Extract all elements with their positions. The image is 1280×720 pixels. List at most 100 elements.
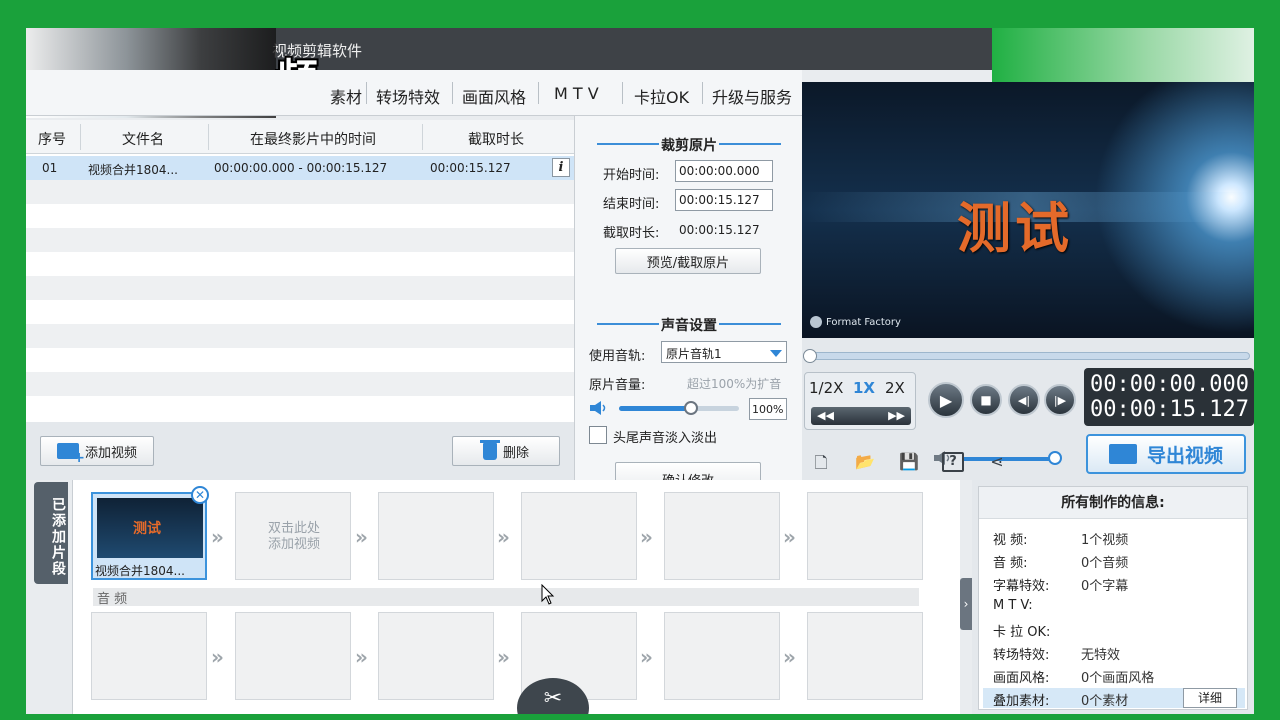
table-row-empty xyxy=(26,276,574,300)
empty-audio-slot[interactable] xyxy=(235,612,351,700)
menu-item-karaoke[interactable]: 卡拉OK xyxy=(634,84,689,108)
added-clips-tab[interactable]: 已添加片段 xyxy=(34,482,68,584)
empty-video-slot[interactable] xyxy=(807,492,923,580)
track-label: 使用音轨: xyxy=(589,349,646,364)
timeline-area: 测试 视频合并1804... ✕ » 双击此处 添加视频 » » » » 音 频 xyxy=(72,480,960,714)
help-icon[interactable]: ? xyxy=(942,452,964,472)
rewind-icon[interactable]: ◀◀ xyxy=(817,409,834,422)
add-film-icon xyxy=(56,443,85,466)
row-filename: 视频合并1804... xyxy=(88,163,178,177)
trash-icon xyxy=(479,439,500,460)
empty-audio-slot[interactable] xyxy=(664,612,780,700)
video-clip-slot[interactable]: 测试 视频合并1804... ✕ xyxy=(91,486,209,580)
info-icon[interactable]: i xyxy=(552,158,570,177)
info-key: 画面风格: xyxy=(993,671,1050,686)
export-video-label: 导出视频 xyxy=(1146,444,1223,467)
expand-info-icon[interactable]: › xyxy=(960,578,972,630)
chevron-right-icon: » xyxy=(640,645,653,669)
stop-icon[interactable]: ■ xyxy=(970,384,1002,416)
watermark-text: Format Factory xyxy=(826,316,901,328)
info-row-overlay: 叠加素材: 0个素材 详细 xyxy=(983,688,1245,709)
preview-trim-label: 预览/截取原片 xyxy=(646,255,730,271)
next-frame-icon[interactable]: |▶ xyxy=(1044,384,1076,416)
table-row[interactable]: 01 视频合并1804... 00:00:00.000 - 00:00:15.1… xyxy=(26,156,574,180)
table-row-empty xyxy=(26,300,574,324)
volume-slider[interactable] xyxy=(619,401,739,415)
info-key: 叠加素材: xyxy=(993,694,1050,709)
menu-item-style[interactable]: 画面风格 xyxy=(462,84,526,108)
section-rule xyxy=(719,323,781,325)
info-title: 所有制作的信息: xyxy=(979,487,1247,519)
clip-thumbnail: 测试 xyxy=(97,498,203,558)
preview-trim-button[interactable]: 预览/截取原片 xyxy=(615,248,761,274)
menu-item-mtv[interactable]: M T V xyxy=(554,84,599,103)
share-icon[interactable]: ⋖ xyxy=(986,452,1008,472)
empty-audio-slot[interactable] xyxy=(91,612,207,700)
track-select[interactable]: 原片音轨1 xyxy=(661,341,787,363)
chevron-right-icon: » xyxy=(355,645,368,669)
empty-video-slot[interactable] xyxy=(378,492,494,580)
col-separator[interactable] xyxy=(80,124,81,150)
volume-percent-input[interactable]: 100% xyxy=(749,398,787,420)
start-time-input[interactable]: 00:00:00.000 xyxy=(675,160,773,182)
add-video-button[interactable]: 添加视频 xyxy=(40,436,154,466)
chevron-right-icon: » xyxy=(211,645,224,669)
menu-item-transition[interactable]: 转场特效 xyxy=(376,84,440,108)
menu-item-upgrade[interactable]: 升级与服务 xyxy=(712,84,792,108)
add-hint-line1: 双击此处 xyxy=(267,521,320,536)
empty-audio-slot[interactable] xyxy=(378,612,494,700)
fast-forward-icon[interactable]: ▶▶ xyxy=(888,409,905,422)
video-preview[interactable]: 测试 Format Factory xyxy=(802,82,1254,338)
menu-item-material[interactable]: 素材 xyxy=(330,84,362,108)
play-icon[interactable]: ▶ xyxy=(928,382,964,418)
new-file-icon[interactable]: 🗋 xyxy=(810,452,832,472)
volume-slider-knob[interactable] xyxy=(684,401,698,415)
previous-frame-icon[interactable]: ◀| xyxy=(1008,384,1040,416)
chevron-right-icon: » xyxy=(497,645,510,669)
end-time-input[interactable]: 00:00:15.127 xyxy=(675,189,773,211)
info-row-karaoke: 卡 拉 OK: xyxy=(989,619,1245,640)
watermark-logo-icon xyxy=(810,316,822,328)
volume-slider-fill xyxy=(619,406,691,411)
export-video-button[interactable]: 导出视频 xyxy=(1086,434,1246,474)
total-time: 00:00:15.127 xyxy=(1090,397,1249,422)
thumbnail-caption: 测试 xyxy=(133,521,161,537)
fade-checkbox[interactable] xyxy=(589,426,607,444)
add-hint-line2: 添加视频 xyxy=(267,537,320,552)
volume-label: 原片音量: xyxy=(589,378,646,393)
info-key: 音 频: xyxy=(993,556,1028,571)
col-separator[interactable] xyxy=(208,124,209,150)
progress-bar[interactable] xyxy=(803,349,1250,363)
empty-video-slot[interactable] xyxy=(664,492,780,580)
delete-label: 删除 xyxy=(502,445,529,461)
empty-video-slot[interactable] xyxy=(521,492,637,580)
info-key: 转场特效: xyxy=(993,648,1050,663)
progress-knob[interactable] xyxy=(803,349,817,363)
table-row-empty xyxy=(26,372,574,396)
detail-button[interactable]: 详细 xyxy=(1183,688,1237,708)
info-row-style: 画面风格: 0个画面风格 xyxy=(989,665,1245,686)
info-key: 卡 拉 OK: xyxy=(993,625,1051,640)
save-icon[interactable]: 💾 xyxy=(898,452,920,472)
speed-normal[interactable]: 1X xyxy=(853,379,875,397)
empty-audio-slot[interactable] xyxy=(807,612,923,700)
speed-half[interactable]: 1/2X xyxy=(809,379,843,397)
speaker-icon[interactable] xyxy=(589,400,609,416)
open-folder-icon[interactable]: 📂 xyxy=(854,452,876,472)
col-separator[interactable] xyxy=(422,124,423,150)
table-row-empty xyxy=(26,204,574,228)
table-row-empty xyxy=(26,348,574,372)
remove-clip-icon[interactable]: ✕ xyxy=(191,486,209,504)
volume-hint: 超过100%为扩音 xyxy=(687,377,782,391)
empty-video-slot[interactable]: 双击此处 添加视频 xyxy=(235,492,351,580)
table-row-empty xyxy=(26,180,574,204)
info-key: M T V: xyxy=(993,598,1033,613)
chevron-right-icon: » xyxy=(783,525,796,549)
shuttle-control[interactable]: ◀◀ ▶▶ xyxy=(811,407,911,425)
speed-double[interactable]: 2X xyxy=(885,379,905,397)
speed-control: 1/2X 1X 2X ◀◀ ▶▶ xyxy=(804,372,916,430)
table-row-empty xyxy=(26,228,574,252)
delete-button[interactable]: 删除 xyxy=(452,436,560,466)
clip-caption: 视频合并1804... xyxy=(95,564,185,578)
file-table: 序号 文件名 在最终影片中的时间 截取时长 01 视频合并1804... 00:… xyxy=(26,120,574,422)
